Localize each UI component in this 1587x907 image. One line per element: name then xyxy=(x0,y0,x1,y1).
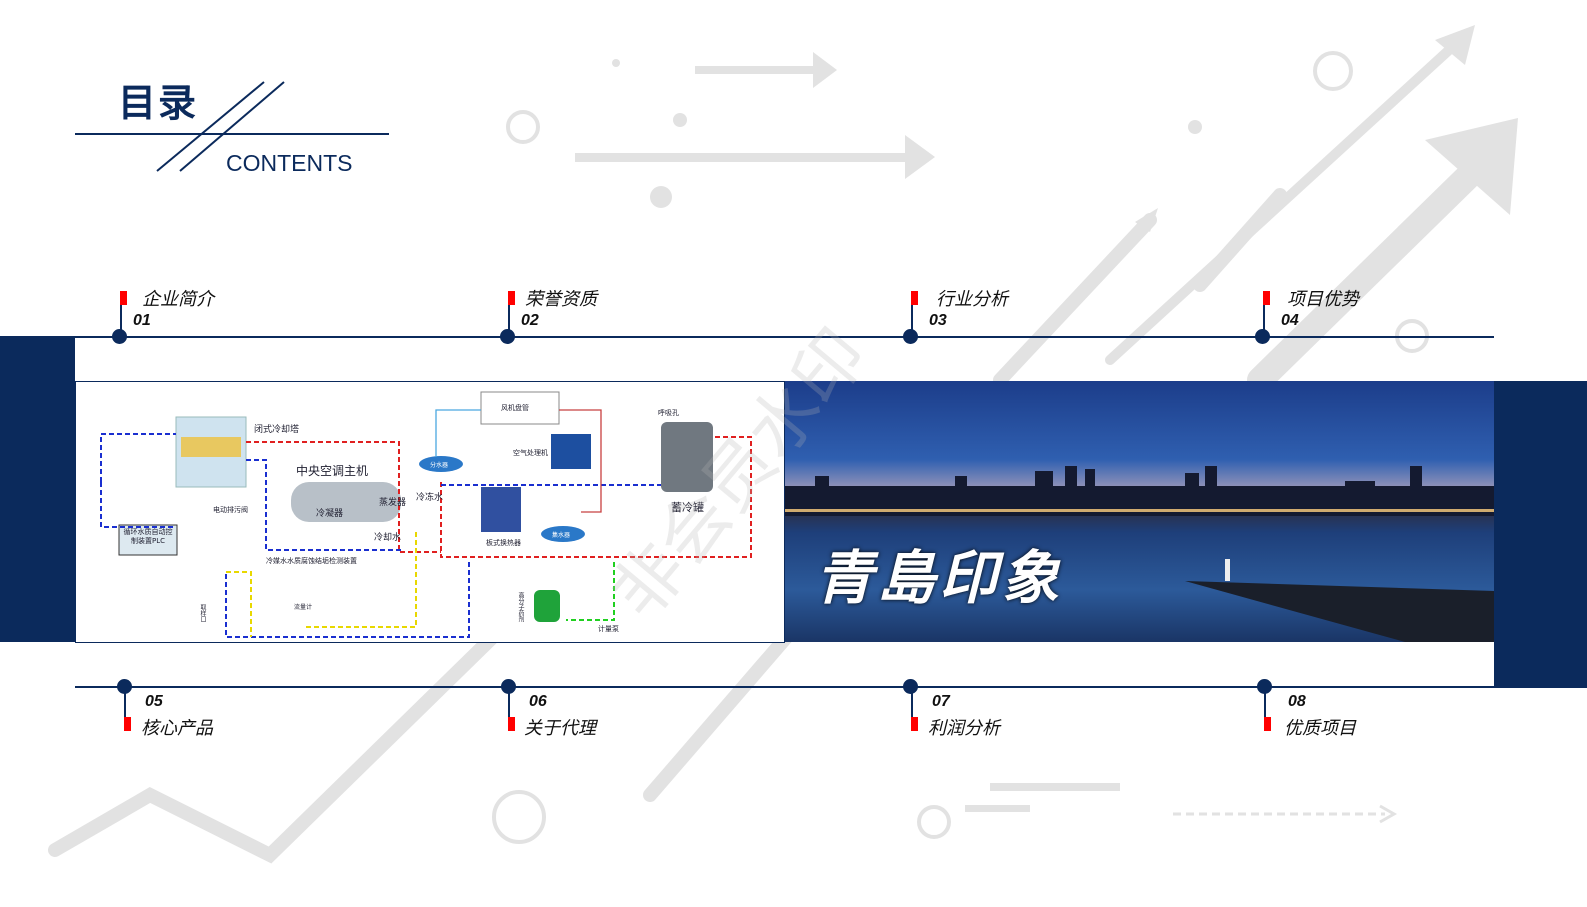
red-flag-marker xyxy=(911,717,918,731)
page-subtitle: CONTENTS xyxy=(226,150,353,176)
toc-label: 行业分析 xyxy=(936,289,1008,310)
red-flag-marker xyxy=(1264,717,1271,731)
right-accent-block xyxy=(1494,381,1587,687)
toc-label: 荣誉资质 xyxy=(525,289,597,310)
diagram-label: 计量泵 xyxy=(598,625,619,633)
toc-number: 07 xyxy=(932,693,950,710)
marker-stem xyxy=(124,690,126,718)
toc-number: 03 xyxy=(929,312,947,329)
lighthouse xyxy=(1225,559,1230,581)
toc-label: 优质项目 xyxy=(1284,718,1356,739)
bottom-timeline xyxy=(75,686,1587,688)
toc-number: 08 xyxy=(1288,693,1306,710)
timeline-dot xyxy=(500,329,515,344)
toc-label: 利润分析 xyxy=(928,718,1000,739)
diagram-label: 分水器 xyxy=(430,462,449,469)
diagram-label: 冷却水 xyxy=(374,533,402,543)
red-flag-marker xyxy=(911,291,918,305)
red-flag-marker xyxy=(120,291,127,305)
timeline-dot xyxy=(903,329,918,344)
diagram-label: 蒸发器 xyxy=(379,498,407,508)
diagram-label: 冷凝器 xyxy=(316,509,344,519)
diagram-label: 电动排污阀 xyxy=(213,506,248,514)
trend-arrow-line xyxy=(48,623,507,864)
chemical-tank xyxy=(534,590,560,622)
toc-number: 05 xyxy=(145,693,163,710)
qingdao-calligraphy: 青島印象 xyxy=(815,544,1064,612)
diagram-label: 高分子药剂 xyxy=(517,592,524,622)
left-accent-block xyxy=(0,337,75,642)
red-flag-marker xyxy=(508,717,515,731)
diagram-label: 循环水质自动控制装置PLC xyxy=(123,528,173,545)
diagram-label: 取样口 xyxy=(199,604,206,622)
diagram-label: 流量计 xyxy=(294,604,313,611)
diagram-label: 集水器 xyxy=(552,532,571,539)
red-flag-marker xyxy=(124,717,131,731)
diagram-label: 空气处理机 xyxy=(513,449,548,457)
diagram-label: 风机盘管 xyxy=(501,404,529,412)
page-title: 目录 xyxy=(118,81,199,125)
toc-label: 关于代理 xyxy=(524,718,596,739)
timeline-dot xyxy=(1255,329,1270,344)
trend-arrow-line xyxy=(993,213,1157,387)
marker-stem xyxy=(911,690,913,718)
red-flag-marker xyxy=(1263,291,1270,305)
toc-number: 02 xyxy=(521,312,539,329)
diagram-label: 冷媒水水质腐蚀结垢检测装置 xyxy=(266,557,357,565)
toc-number: 06 xyxy=(529,693,547,710)
pier xyxy=(1185,581,1494,642)
diagram-label: 板式换热器 xyxy=(486,539,521,547)
toc-label: 项目优势 xyxy=(1287,289,1359,310)
diagram-label: 闭式冷却塔 xyxy=(254,425,300,435)
diagram-label: 冷冻水 xyxy=(416,493,444,503)
toc-label: 企业简介 xyxy=(142,289,214,310)
toc-number: 01 xyxy=(133,312,151,329)
diagram-label: 呼吸孔 xyxy=(658,409,679,417)
plate-heat-exchanger xyxy=(481,487,521,532)
red-flag-marker xyxy=(508,291,515,305)
marker-stem xyxy=(1264,690,1266,718)
timeline-dot xyxy=(112,329,127,344)
air-handler xyxy=(551,434,591,469)
toc-number: 04 xyxy=(1281,312,1299,329)
marker-stem xyxy=(508,690,510,718)
toc-label: 核心产品 xyxy=(141,718,213,739)
diagram-label: 中央空调主机 xyxy=(296,464,369,478)
qingdao-night-photo: 青島印象 xyxy=(785,381,1494,642)
